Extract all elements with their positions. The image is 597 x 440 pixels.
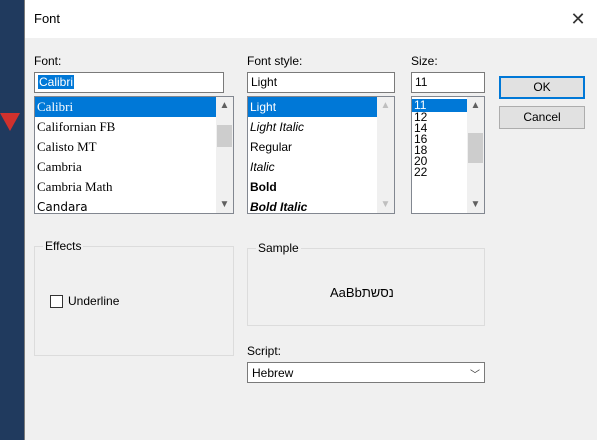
font-label: Font: xyxy=(34,54,62,68)
dialog-title: Font xyxy=(34,11,61,26)
font-name-value: Calibri xyxy=(38,75,75,89)
scroll-up-icon[interactable]: ▲ xyxy=(467,97,484,114)
scroll-down-icon[interactable]: ▼ xyxy=(216,196,233,213)
font-list-item[interactable]: Cambria Math xyxy=(35,177,216,197)
sample-text: AaBbנסשת xyxy=(330,285,394,300)
script-select[interactable]: Hebrew ﹀ xyxy=(247,362,485,383)
font-list-item[interactable]: Cambria xyxy=(35,157,216,177)
size-list-item[interactable]: 22 xyxy=(412,166,467,178)
font-name-input[interactable]: Calibri xyxy=(34,72,224,93)
font-dialog: Font ✕ Font: Calibri Calibri Californian… xyxy=(24,0,597,440)
font-style-item[interactable]: Regular xyxy=(248,137,377,157)
scroll-thumb[interactable] xyxy=(217,125,232,147)
size-input[interactable]: 11 xyxy=(411,72,485,93)
effects-group: Effects Underline xyxy=(34,239,234,356)
title-bar: Font ✕ xyxy=(25,0,597,38)
font-style-item[interactable]: Italic xyxy=(248,157,377,177)
font-style-value: Light xyxy=(251,75,278,89)
font-list-scrollbar[interactable]: ▲ ▼ xyxy=(216,97,233,213)
sample-group: Sample AaBbנסשת xyxy=(247,241,485,326)
font-list-item[interactable]: Candara xyxy=(35,197,216,213)
scroll-down-icon[interactable]: ▼ xyxy=(377,196,394,213)
font-style-input[interactable]: Light xyxy=(247,72,395,93)
script-value: Hebrew xyxy=(252,366,294,380)
cancel-button[interactable]: Cancel xyxy=(499,106,585,129)
font-style-list[interactable]: Light Light Italic Regular Italic Bold B… xyxy=(247,96,395,214)
font-list[interactable]: Calibri Californian FB Calisto MT Cambri… xyxy=(34,96,234,214)
background-window xyxy=(0,0,24,440)
font-style-item[interactable]: Bold Italic xyxy=(248,197,377,213)
font-list-item[interactable]: Californian FB xyxy=(35,117,216,137)
font-style-item[interactable]: Bold xyxy=(248,177,377,197)
sample-group-title: Sample xyxy=(256,241,301,255)
chevron-down-icon[interactable]: ﹀ xyxy=(470,366,480,381)
scroll-thumb[interactable] xyxy=(468,133,483,163)
underline-checkbox[interactable] xyxy=(50,295,63,308)
font-style-scrollbar[interactable]: ▲ ▼ xyxy=(377,97,394,213)
font-list-item[interactable]: Calibri xyxy=(35,97,216,117)
scroll-down-icon[interactable]: ▼ xyxy=(467,196,484,213)
annotation-arrow-icon xyxy=(0,113,20,131)
size-label: Size: xyxy=(411,54,438,68)
scroll-up-icon[interactable]: ▲ xyxy=(216,97,233,114)
font-style-item[interactable]: Light Italic xyxy=(248,117,377,137)
effects-group-title: Effects xyxy=(43,239,84,253)
size-list-scrollbar[interactable]: ▲ ▼ xyxy=(467,97,484,213)
size-list[interactable]: 11 12 14 16 18 20 22 ▲ ▼ xyxy=(411,96,485,214)
font-list-item[interactable]: Calisto MT xyxy=(35,137,216,157)
scroll-up-icon[interactable]: ▲ xyxy=(377,97,394,114)
font-style-item[interactable]: Light xyxy=(248,97,377,117)
script-label: Script: xyxy=(247,344,282,358)
size-value: 11 xyxy=(415,75,428,89)
ok-button[interactable]: OK xyxy=(499,76,585,99)
font-style-label: Font style: xyxy=(247,54,303,68)
underline-label[interactable]: Underline xyxy=(68,294,119,308)
close-icon[interactable]: ✕ xyxy=(558,0,597,38)
